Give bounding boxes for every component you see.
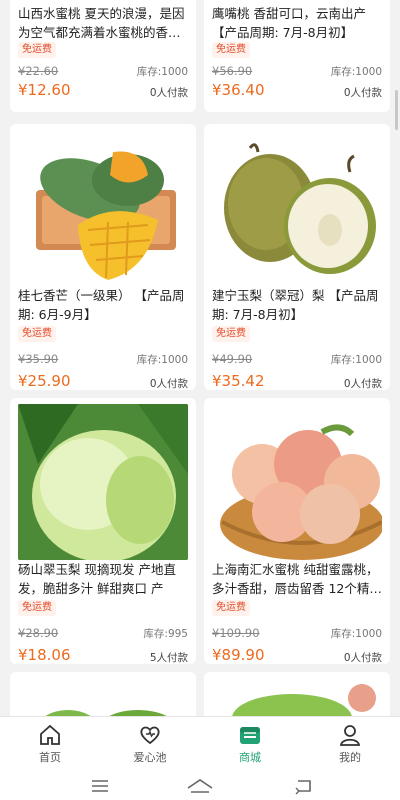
tab-love-pool[interactable]: 爱心池 bbox=[100, 717, 200, 773]
tab-mine[interactable]: 我的 bbox=[300, 717, 400, 773]
paid-count: 0人付款 bbox=[343, 378, 382, 390]
bottom-tab-bar: 首页 爱心池 商城 我的 bbox=[0, 716, 400, 773]
free-shipping-badge: 免运费 bbox=[212, 600, 250, 616]
tab-label: 首页 bbox=[39, 751, 61, 764]
tab-label: 我的 bbox=[339, 751, 361, 764]
product-title[interactable]: 山西水蜜桃 夏天的浪漫，是因为空气都充满着水蜜桃的香… bbox=[18, 4, 188, 42]
original-price: ¥109.90 bbox=[212, 626, 260, 640]
tab-home[interactable]: 首页 bbox=[0, 717, 100, 773]
product-title[interactable]: 上海南汇水蜜桃 纯甜蜜露桃，多汁香甜，唇齿留香 12个精… bbox=[212, 560, 382, 598]
sale-price: ¥25.90 bbox=[18, 372, 71, 390]
free-shipping-badge: 免运费 bbox=[212, 42, 250, 58]
original-price: ¥22.60 bbox=[18, 64, 59, 78]
product-card[interactable]: 砀山翠玉梨 现摘现发 产地直发，脆甜多汁 鲜甜爽口 产品… 免运费 ¥28.90… bbox=[10, 398, 196, 664]
sale-price: ¥89.90 bbox=[212, 646, 265, 664]
stock-count: 库存:1000 bbox=[330, 66, 382, 78]
paid-count: 5人付款 bbox=[149, 652, 188, 664]
home-nav-icon[interactable] bbox=[186, 776, 214, 796]
free-shipping-badge: 免运费 bbox=[18, 42, 56, 58]
free-shipping-badge: 免运费 bbox=[18, 326, 56, 342]
paid-count: 0人付款 bbox=[149, 378, 188, 390]
mango-product-image[interactable] bbox=[18, 130, 188, 286]
product-card[interactable] bbox=[10, 672, 196, 716]
product-image[interactable] bbox=[18, 678, 188, 716]
product-card[interactable]: 桂七香芒（一级果） 【产品周期: 6月-9月】 免运费 ¥35.90 库存:10… bbox=[10, 124, 196, 390]
sale-price: ¥18.06 bbox=[18, 646, 71, 664]
system-navigation-bar bbox=[0, 772, 400, 800]
original-price: ¥35.90 bbox=[18, 352, 59, 366]
back-icon[interactable] bbox=[294, 776, 314, 796]
free-shipping-badge: 免运费 bbox=[18, 600, 56, 616]
pear-product-image[interactable] bbox=[212, 130, 382, 286]
product-title[interactable]: 建宁玉梨（翠冠）梨 【产品周期: 7月-8月初】 bbox=[212, 286, 382, 324]
paid-count: 0人付款 bbox=[343, 87, 382, 99]
tab-label: 爱心池 bbox=[133, 751, 167, 764]
product-title[interactable]: 桂七香芒（一级果） 【产品周期: 6月-9月】 bbox=[18, 286, 188, 324]
free-shipping-badge: 免运费 bbox=[212, 326, 250, 342]
heart-icon bbox=[140, 726, 160, 745]
product-title[interactable]: 砀山翠玉梨 现摘现发 产地直发，脆甜多汁 鲜甜爽口 产品… bbox=[18, 560, 188, 598]
sale-price: ¥36.40 bbox=[212, 81, 265, 99]
product-image[interactable] bbox=[212, 678, 382, 716]
product-card[interactable]: 上海南汇水蜜桃 纯甜蜜露桃，多汁香甜，唇齿留香 12个精… 免运费 ¥109.9… bbox=[204, 398, 390, 664]
stock-count: 库存:1000 bbox=[330, 354, 382, 366]
scrollbar[interactable] bbox=[395, 90, 398, 130]
peach-product-image[interactable] bbox=[212, 404, 382, 560]
home-icon bbox=[40, 724, 60, 745]
sale-price: ¥35.42 bbox=[212, 372, 265, 390]
green-pear-product-image[interactable] bbox=[18, 404, 188, 560]
user-icon bbox=[339, 725, 361, 746]
product-grid: 山西水蜜桃 夏天的浪漫，是因为空气都充满着水蜜桃的香… 免运费 ¥22.60 库… bbox=[0, 0, 400, 716]
tab-label: 商城 bbox=[239, 751, 261, 764]
product-title[interactable]: 鹰嘴桃 香甜可口，云南出产 【产品周期: 7月-8月初】 bbox=[212, 4, 382, 42]
stock-count: 库存:1000 bbox=[330, 628, 382, 640]
sale-price: ¥12.60 bbox=[18, 81, 71, 99]
product-card[interactable]: 山西水蜜桃 夏天的浪漫，是因为空气都充满着水蜜桃的香… 免运费 ¥22.60 库… bbox=[10, 0, 196, 112]
stock-count: 库存:995 bbox=[143, 628, 188, 640]
original-price: ¥56.90 bbox=[212, 64, 253, 78]
menu-icon[interactable] bbox=[90, 776, 110, 796]
tab-shop[interactable]: 商城 bbox=[200, 717, 300, 773]
original-price: ¥28.90 bbox=[18, 626, 59, 640]
paid-count: 0人付款 bbox=[343, 652, 382, 664]
stock-count: 库存:1000 bbox=[136, 354, 188, 366]
product-card[interactable] bbox=[204, 672, 390, 716]
product-card[interactable]: 鹰嘴桃 香甜可口，云南出产 【产品周期: 7月-8月初】 免运费 ¥56.90 … bbox=[204, 0, 390, 112]
original-price: ¥49.90 bbox=[212, 352, 253, 366]
shop-icon bbox=[240, 727, 260, 744]
paid-count: 0人付款 bbox=[149, 87, 188, 99]
stock-count: 库存:1000 bbox=[136, 66, 188, 78]
product-card[interactable]: 建宁玉梨（翠冠）梨 【产品周期: 7月-8月初】 免运费 ¥49.90 库存:1… bbox=[204, 124, 390, 390]
